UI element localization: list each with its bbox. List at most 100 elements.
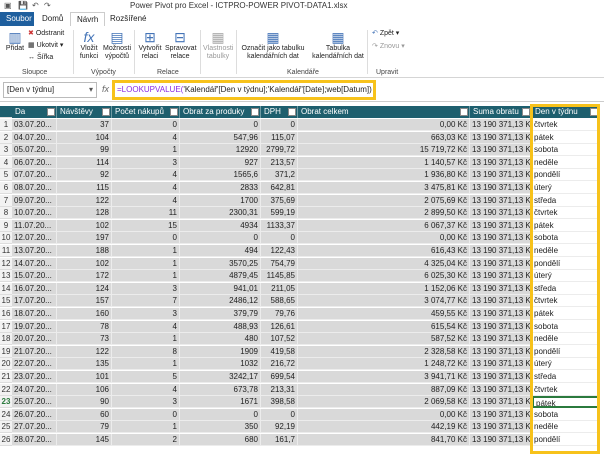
table-cell[interactable]: 699,54 [261, 371, 298, 383]
table-cell[interactable]: 0 [112, 119, 180, 131]
table-cell[interactable]: 0 [261, 119, 298, 131]
day-of-week-cell[interactable]: čtvrtek [532, 295, 600, 308]
row-number[interactable]: 11 [0, 245, 12, 257]
day-of-week-cell[interactable]: čtvrtek [532, 383, 600, 396]
table-cell[interactable]: 102 [57, 257, 112, 270]
day-of-week-cell[interactable]: sobota [532, 320, 600, 333]
table-cell[interactable]: 172 [57, 270, 112, 283]
table-cell[interactable]: 13 190 371,13 Kč [470, 320, 532, 333]
row-number[interactable]: 4 [0, 156, 12, 169]
table-cell[interactable]: 99 [57, 144, 112, 157]
table-cell[interactable]: 15 [112, 219, 180, 232]
day-of-week-cell[interactable]: pondělí [532, 169, 600, 182]
mark-date-table-button[interactable]: ▦ Označit jako tabulku kalendářních dat [240, 30, 306, 61]
formula-input[interactable]: =LOOKUPVALUE('Kalendář'[Den v týdnu];'Ka… [112, 80, 376, 100]
table-cell[interactable]: 1 936,80 Kč [298, 169, 470, 182]
row-number[interactable]: 17 [0, 320, 12, 333]
table-cell[interactable]: 07.07.20... [12, 169, 57, 182]
filter-dropdown-icon[interactable] [102, 108, 110, 116]
row-number[interactable]: 7 [0, 194, 12, 207]
tab-home[interactable]: Domů [36, 12, 69, 26]
save-icon[interactable]: 💾 [18, 1, 28, 10]
table-cell[interactable]: 4 [112, 131, 180, 144]
table-cell[interactable]: 03.07.20... [12, 119, 57, 131]
table-cell[interactable]: 13 190 371,13 Kč [470, 282, 532, 295]
delete-column-button[interactable]: ✖ Odstranit [28, 30, 64, 38]
day-of-week-cell[interactable]: úterý [532, 270, 600, 283]
table-cell[interactable]: 673,78 [180, 383, 261, 396]
table-cell[interactable]: 128 [57, 207, 112, 220]
table-cell[interactable]: 104 [57, 131, 112, 144]
table-cell[interactable]: 13 190 371,13 Kč [470, 308, 532, 320]
table-cell[interactable]: 13 190 371,13 Kč [470, 295, 532, 308]
table-cell[interactable]: 0,00 Kč [298, 232, 470, 245]
table-cell[interactable]: 16.07.20... [12, 282, 57, 295]
table-cell[interactable]: 375,69 [261, 194, 298, 207]
table-cell[interactable]: 13 190 371,13 Kč [470, 232, 532, 245]
table-cell[interactable]: 5 [112, 371, 180, 383]
row-number[interactable]: 25 [0, 421, 12, 434]
table-cell[interactable]: 1 [112, 421, 180, 434]
filter-dropdown-icon[interactable] [170, 108, 178, 116]
table-cell[interactable]: 3242,17 [180, 371, 261, 383]
table-cell[interactable]: 73 [57, 333, 112, 346]
filter-dropdown-icon[interactable] [522, 108, 530, 116]
table-cell[interactable]: 2 069,58 Kč [298, 396, 470, 409]
table-cell[interactable]: 13 190 371,13 Kč [470, 219, 532, 232]
day-of-week-cell[interactable]: pondělí [532, 345, 600, 358]
column-header[interactable]: Počet nákupů [112, 106, 180, 118]
day-of-week-cell[interactable]: čtvrtek [532, 207, 600, 220]
table-cell[interactable]: 12.07.20... [12, 232, 57, 245]
table-cell[interactable]: 0 [261, 232, 298, 245]
table-cell[interactable]: 115,07 [261, 131, 298, 144]
row-number[interactable]: 26 [0, 434, 12, 446]
table-cell[interactable]: 599,19 [261, 207, 298, 220]
table-cell[interactable]: 1 140,57 Kč [298, 156, 470, 169]
table-cell[interactable]: 6 067,37 Kč [298, 219, 470, 232]
table-cell[interactable]: 1 [112, 257, 180, 270]
table-cell[interactable]: 25.07.20... [12, 396, 57, 409]
column-header[interactable]: Obrat celkem [298, 106, 470, 118]
table-cell[interactable]: 11 [112, 207, 180, 220]
name-box[interactable]: [Den v týdnu] ▾ [3, 82, 97, 98]
day-of-week-cell[interactable]: pátek [532, 131, 600, 144]
table-cell[interactable]: 157 [57, 295, 112, 308]
table-cell[interactable]: 90 [57, 396, 112, 409]
table-cell[interactable]: 480 [180, 333, 261, 346]
table-cell[interactable]: 1909 [180, 345, 261, 358]
table-cell[interactable]: 92 [57, 169, 112, 182]
day-of-week-cell[interactable]: sobota [532, 408, 600, 421]
table-cell[interactable]: 1145,85 [261, 270, 298, 283]
filter-dropdown-icon[interactable] [460, 108, 468, 116]
table-cell[interactable]: 398,58 [261, 396, 298, 409]
day-of-week-cell[interactable]: středa [532, 282, 600, 295]
table-cell[interactable]: 3 [112, 282, 180, 295]
table-cell[interactable]: 15 719,72 Kč [298, 144, 470, 157]
table-cell[interactable]: 0 [261, 408, 298, 421]
table-cell[interactable]: 0 [180, 232, 261, 245]
table-cell[interactable]: 135 [57, 358, 112, 371]
table-cell[interactable]: 0,00 Kč [298, 408, 470, 421]
add-column-button[interactable]: ▥ Přidat [4, 30, 26, 53]
table-cell[interactable]: 2 899,50 Kč [298, 207, 470, 220]
table-cell[interactable]: 1032 [180, 358, 261, 371]
table-cell[interactable]: 7 [112, 295, 180, 308]
table-cell[interactable]: 22.07.20... [12, 358, 57, 371]
table-cell[interactable]: 0 [180, 408, 261, 421]
table-cell[interactable]: 124 [57, 282, 112, 295]
table-cell[interactable]: 13 190 371,13 Kč [470, 434, 532, 446]
table-cell[interactable]: 2799,72 [261, 144, 298, 157]
table-cell[interactable]: 13 190 371,13 Kč [470, 245, 532, 257]
day-of-week-cell[interactable]: neděle [532, 421, 600, 434]
table-cell[interactable]: 459,55 Kč [298, 308, 470, 320]
table-cell[interactable]: 1133,37 [261, 219, 298, 232]
table-cell[interactable]: 4 [112, 320, 180, 333]
table-cell[interactable]: 3 941,71 Kč [298, 371, 470, 383]
table-cell[interactable]: 13 190 371,13 Kč [470, 333, 532, 346]
row-number[interactable]: 8 [0, 207, 12, 220]
table-cell[interactable]: 13 190 371,13 Kč [470, 421, 532, 434]
row-number[interactable]: 21 [0, 371, 12, 383]
table-cell[interactable]: 4 [112, 194, 180, 207]
table-cell[interactable]: 12920 [180, 144, 261, 157]
table-cell[interactable]: 1 248,72 Kč [298, 358, 470, 371]
